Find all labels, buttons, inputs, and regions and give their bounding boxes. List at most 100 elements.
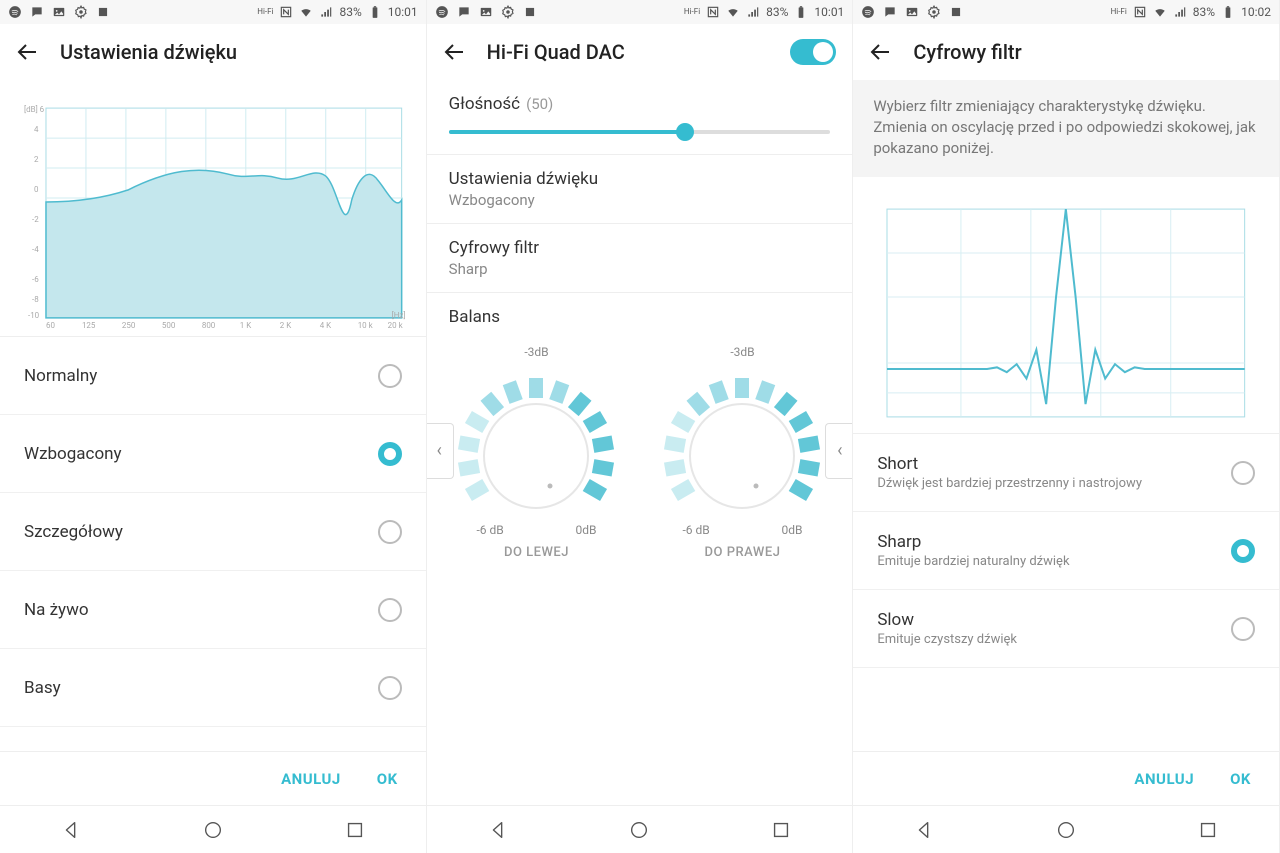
- wifi-icon: [1153, 5, 1167, 19]
- image-icon: [479, 5, 493, 19]
- nav-back-icon[interactable]: [60, 819, 82, 841]
- svg-text:125: 125: [82, 321, 96, 330]
- radio-icon: [1231, 461, 1255, 485]
- svg-text:20 k: 20 k: [388, 321, 404, 330]
- radio-icon: [378, 520, 402, 544]
- nav-back-icon[interactable]: [487, 819, 509, 841]
- page-title: Cyfrowy filtr: [913, 40, 1021, 64]
- nav-back-icon[interactable]: [913, 819, 935, 841]
- nav-recent-icon[interactable]: [1197, 819, 1219, 841]
- battery-text: 83%: [1193, 5, 1215, 19]
- battery-icon: [794, 5, 808, 19]
- chat-icon: [457, 5, 471, 19]
- page-title: Hi-Fi Quad DAC: [487, 40, 625, 64]
- preset-normalny[interactable]: Normalny: [0, 337, 426, 415]
- header: Ustawienia dźwięku: [0, 24, 426, 80]
- nav-bar: [853, 805, 1279, 853]
- svg-text:4: 4: [34, 125, 39, 134]
- battery-text: 83%: [339, 5, 361, 19]
- filter-short[interactable]: Short Dźwięk jest bardziej przestrzenny …: [853, 434, 1279, 512]
- status-bar: Hi-Fi 83% 10:01: [427, 0, 853, 24]
- stop-icon: [96, 5, 110, 19]
- cancel-button[interactable]: ANULUJ: [281, 770, 341, 788]
- hifi-indicator: Hi-Fi: [257, 8, 273, 16]
- battery-text: 83%: [766, 5, 788, 19]
- nfc-icon: [706, 5, 720, 19]
- row-balance: Balans: [427, 293, 853, 341]
- svg-text:1 K: 1 K: [240, 321, 252, 330]
- spotify-icon: [435, 5, 449, 19]
- spotify-icon: [861, 5, 875, 19]
- row-sound-settings[interactable]: Ustawienia dźwięku Wzbogacony: [427, 155, 853, 223]
- svg-text:-8: -8: [32, 295, 39, 304]
- radio-icon: [378, 364, 402, 388]
- nav-home-icon[interactable]: [202, 819, 224, 841]
- wifi-icon: [299, 5, 313, 19]
- radio-icon: [1231, 539, 1255, 563]
- nav-home-icon[interactable]: [1055, 819, 1077, 841]
- cancel-button[interactable]: ANULUJ: [1134, 770, 1194, 788]
- hifi-toggle[interactable]: [790, 39, 836, 65]
- radio-icon: [378, 442, 402, 466]
- status-bar: Hi-Fi 83% 10:01: [0, 0, 426, 24]
- filter-list: Short Dźwięk jest bardziej przestrzenny …: [853, 433, 1279, 668]
- nfc-icon: [1133, 5, 1147, 19]
- svg-text:800: 800: [202, 321, 216, 330]
- pane-sound-settings: Hi-Fi 83% 10:01 Ustawienia dźwięku [dB] …: [0, 0, 427, 853]
- nav-bar: [427, 805, 853, 853]
- back-icon[interactable]: [16, 40, 40, 64]
- nav-home-icon[interactable]: [628, 819, 650, 841]
- spotify-icon: [8, 5, 22, 19]
- gear-icon: [927, 5, 941, 19]
- balance-left-dial[interactable]: [446, 361, 626, 541]
- back-icon[interactable]: [869, 40, 893, 64]
- header: Hi-Fi Quad DAC: [427, 24, 853, 80]
- signal-icon: [319, 5, 333, 19]
- volume-slider[interactable]: [449, 130, 831, 134]
- preset-wzbogacony[interactable]: Wzbogacony: [0, 415, 426, 493]
- image-icon: [52, 5, 66, 19]
- balance-right-dial[interactable]: [652, 361, 832, 541]
- chat-icon: [30, 5, 44, 19]
- svg-text:0: 0: [34, 185, 39, 194]
- preset-basy[interactable]: Basy: [0, 649, 426, 727]
- nfc-icon: [279, 5, 293, 19]
- gear-icon: [74, 5, 88, 19]
- gear-icon: [501, 5, 515, 19]
- filter-slow[interactable]: Slow Emituje czystszy dźwięk: [853, 590, 1279, 668]
- svg-text:10 k: 10 k: [358, 321, 374, 330]
- chat-icon: [883, 5, 897, 19]
- nav-bar: [0, 805, 426, 853]
- status-bar: Hi-Fi 83% 10:02: [853, 0, 1279, 24]
- signal-icon: [746, 5, 760, 19]
- hifi-indicator: Hi-Fi: [684, 8, 700, 16]
- svg-text:[dB] 6: [dB] 6: [24, 105, 45, 114]
- nav-recent-icon[interactable]: [344, 819, 366, 841]
- svg-text:-2: -2: [32, 215, 39, 224]
- back-icon[interactable]: [443, 40, 467, 64]
- signal-icon: [1173, 5, 1187, 19]
- clock-text: 10:02: [1241, 5, 1271, 19]
- hifi-indicator: Hi-Fi: [1111, 8, 1127, 16]
- preset-szczegolowy[interactable]: Szczegółowy: [0, 493, 426, 571]
- svg-text:4 K: 4 K: [320, 321, 332, 330]
- ok-button[interactable]: OK: [377, 770, 398, 788]
- header: Cyfrowy filtr: [853, 24, 1279, 80]
- filter-sharp[interactable]: Sharp Emituje bardziej naturalny dźwięk: [853, 512, 1279, 590]
- volume-label: Głośność: [449, 94, 520, 114]
- preset-na-zywo[interactable]: Na żywo: [0, 571, 426, 649]
- radio-icon: [378, 598, 402, 622]
- nav-recent-icon[interactable]: [770, 819, 792, 841]
- volume-value: (50): [526, 95, 553, 113]
- battery-icon: [1221, 5, 1235, 19]
- row-digital-filter[interactable]: Cyfrowy filtr Sharp: [427, 224, 853, 292]
- clock-text: 10:01: [388, 5, 418, 19]
- svg-text:60: 60: [46, 321, 55, 330]
- svg-text:2: 2: [34, 155, 39, 164]
- eq-chart: [dB] 6 4 2 0 -2 -4 -6 -8 -10: [18, 100, 408, 332]
- ok-button[interactable]: OK: [1230, 770, 1251, 788]
- info-text: Wybierz filtr zmieniający charakterystyk…: [853, 80, 1279, 177]
- dialog-footer: ANULUJ OK: [0, 751, 426, 805]
- image-icon: [905, 5, 919, 19]
- pane-digital-filter: Hi-Fi 83% 10:02 Cyfrowy filtr Wybierz fi…: [853, 0, 1280, 853]
